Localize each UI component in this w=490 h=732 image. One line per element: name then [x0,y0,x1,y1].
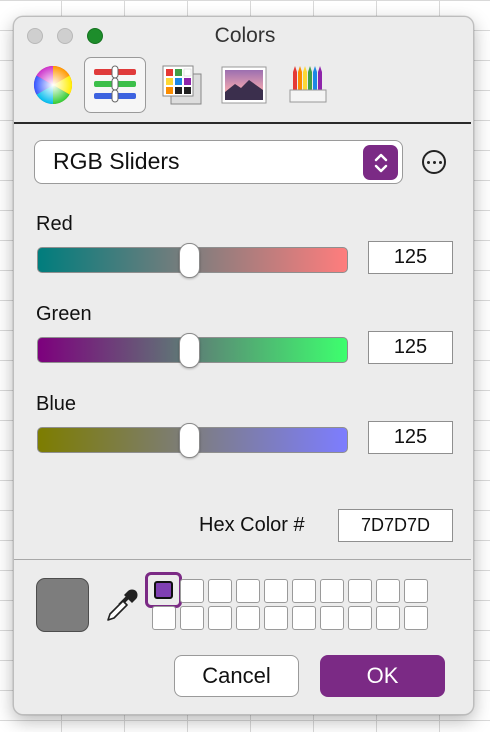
color-sliders-tab[interactable] [84,57,146,113]
green-label: Green [36,303,92,325]
custom-color-cell[interactable] [348,579,372,603]
red-value-field[interactable]: 125 [368,241,453,274]
custom-color-cell[interactable] [236,579,260,603]
color-wheel-tab[interactable] [28,57,78,113]
image-palettes-tab[interactable] [216,57,272,113]
more-options-button[interactable] [422,150,446,174]
slider-mode-popup[interactable]: RGB Sliders [34,140,403,184]
custom-color-cell[interactable] [292,606,316,630]
eyedropper-button[interactable] [104,588,138,624]
image-palettes-icon [221,66,267,104]
color-palettes-tab[interactable] [154,57,210,113]
custom-color-cell[interactable] [180,579,204,603]
ellipsis-icon [426,160,430,164]
red-label: Red [36,213,73,235]
eyedropper-icon [107,589,138,621]
green-slider-knob[interactable] [179,333,200,368]
red-slider-knob[interactable] [179,243,200,278]
blue-slider-knob[interactable] [179,423,200,458]
ellipsis-dot [432,160,436,164]
custom-color-cell[interactable] [236,606,260,630]
color-sliders-icon [94,65,136,103]
custom-color-cell[interactable] [208,579,232,603]
custom-color-cell[interactable] [348,606,372,630]
hex-color-field[interactable]: 7D7D7D [338,509,453,542]
pencils-tab[interactable] [282,57,334,113]
custom-color-cell[interactable] [376,579,400,603]
custom-color-cell[interactable] [264,606,288,630]
custom-color-cell[interactable] [320,606,344,630]
slider-mode-label: RGB Sliders [53,148,180,174]
custom-color-cell[interactable] [292,579,316,603]
custom-color-cell[interactable] [320,579,344,603]
current-color-swatch[interactable] [36,578,89,632]
custom-color-cell[interactable] [180,606,204,630]
hex-color-label: Hex Color # [199,514,305,536]
selected-custom-color-cell[interactable] [145,572,182,608]
pencils-icon [289,66,327,103]
toolbar-divider [14,122,471,124]
custom-color-cell[interactable] [404,579,428,603]
green-value-field[interactable]: 125 [368,331,453,364]
custom-color-cell[interactable] [404,606,428,630]
color-palettes-icon [162,65,202,105]
custom-color-cell[interactable] [152,606,176,630]
popup-chevron-icon[interactable] [363,145,398,180]
custom-color-cell[interactable] [376,606,400,630]
color-wheel-icon [33,65,73,105]
selected-color-chip [154,581,173,599]
custom-color-cell[interactable] [208,606,232,630]
ellipsis-dot [438,160,442,164]
blue-value-field[interactable]: 125 [368,421,453,454]
ok-button[interactable]: OK [320,655,445,697]
blue-label: Blue [36,393,77,415]
bottom-divider [14,559,471,560]
custom-color-cell[interactable] [264,579,288,603]
cancel-button[interactable]: Cancel [174,655,299,697]
window-title: Colors [214,24,276,47]
